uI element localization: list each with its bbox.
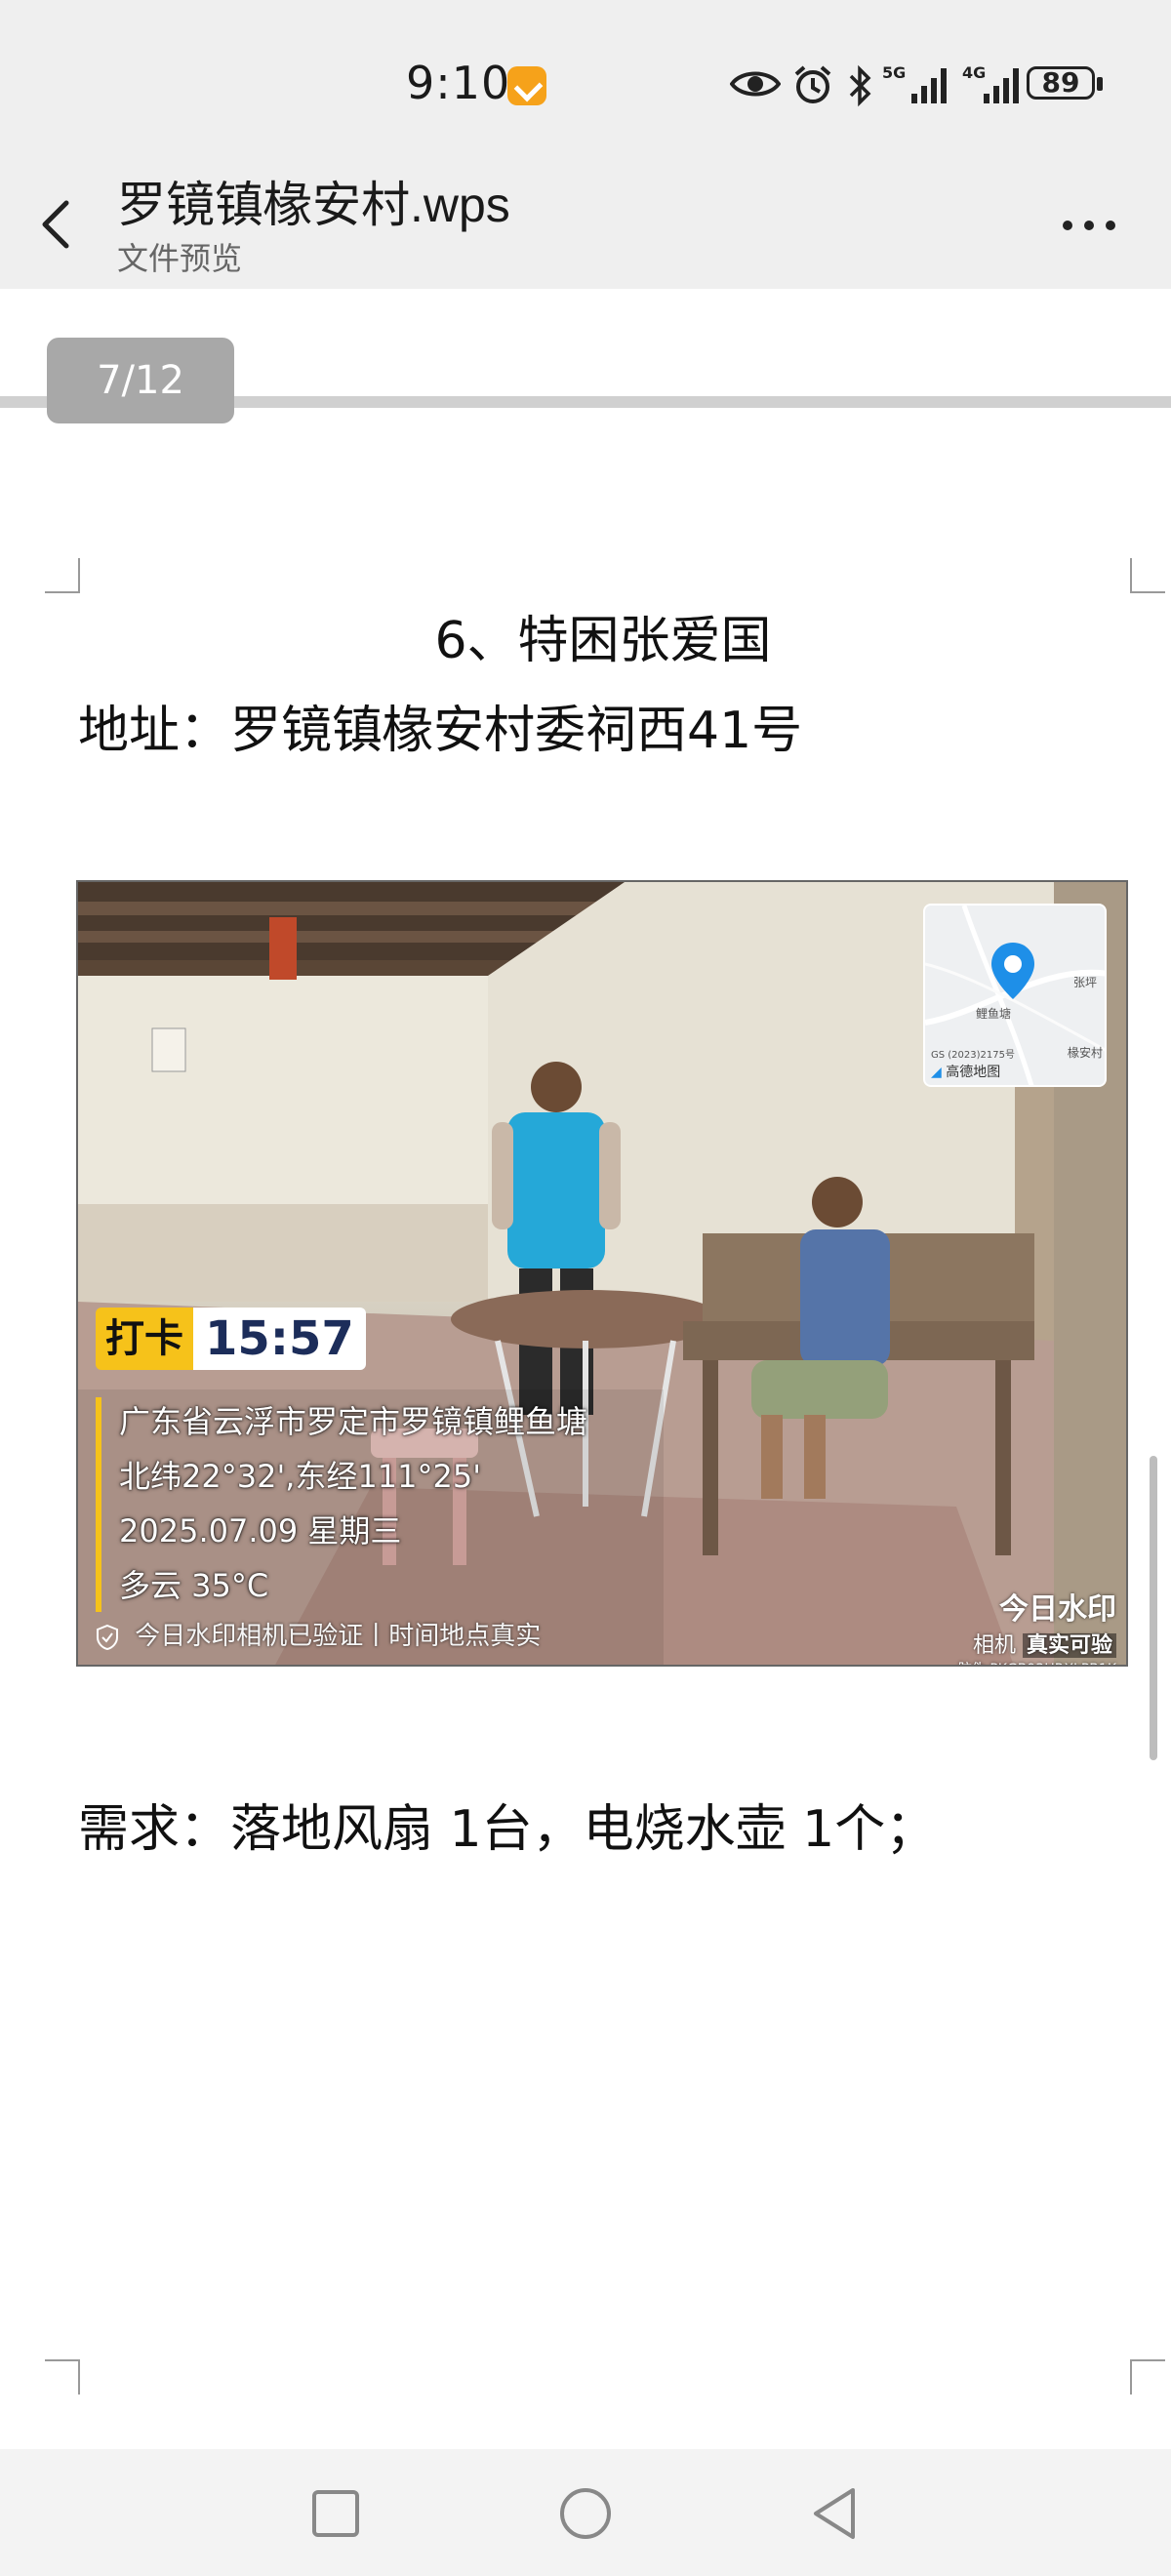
watermark-weather: 多云 35°C [119, 1567, 269, 1604]
map-logo: ◢ 高德地图 [931, 1062, 1000, 1081]
screen: 9:10 5G 4G 89 罗镜镇椽安村.wps 文件预览 7/12 6、特困张… [0, 0, 1171, 2576]
watermark-brand-sub-a: 相机 [972, 1633, 1016, 1658]
watermark-brand-sub: 相机 真实可验 [958, 1628, 1116, 1659]
watermark-verify-text: 今日水印相机已验证丨时间地点真实 [135, 1622, 542, 1651]
svg-text:4G: 4G [962, 63, 986, 82]
page-corner-mark [1130, 2359, 1165, 2395]
watermark-brand-sub-b: 真实可验 [1022, 1633, 1116, 1658]
scrollbar-thumb[interactable] [1150, 1456, 1157, 1760]
bluetooth-icon [849, 64, 871, 107]
shield-check-icon [97, 1624, 118, 1650]
section-heading: 6、特困张爱国 [434, 612, 772, 670]
site-photo: 鲤鱼塘 张坪 椽安村 GS (2023)2175号 ◢ 高德地图 打卡 15:5… [76, 880, 1128, 1667]
notification-app-icon [507, 66, 546, 105]
more-options-icon[interactable] [1060, 211, 1118, 240]
page-corner-mark [45, 2359, 80, 2395]
location-pin-icon [991, 943, 1034, 999]
document-viewer[interactable]: 7/12 6、特困张爱国 地址：罗镜镇椽安村委祠西41号 鲤鱼塘 张坪 椽安村 … [0, 289, 1171, 2449]
home-icon[interactable] [550, 2478, 621, 2549]
watermark-brand-title: 今日水印 [999, 1592, 1116, 1627]
map-place-label: 鲤鱼塘 [976, 1007, 1012, 1021]
mini-map: 鲤鱼塘 张坪 椽安村 GS (2023)2175号 ◢ 高德地图 [923, 904, 1107, 1087]
watermark-code: 防伪 PKGB93HRXLPB1K [958, 1659, 1116, 1665]
need-text: 需求：落地风扇 1台，电烧水壶 1个； [78, 1800, 937, 1859]
watermark-verify: 今日水印相机已验证丨时间地点真实 [96, 1616, 541, 1652]
back-nav-icon[interactable] [800, 2478, 870, 2549]
4g-signal-icon: 4G [962, 63, 1019, 103]
recent-apps-icon[interactable] [301, 2478, 371, 2549]
back-arrow-icon[interactable] [37, 197, 76, 252]
status-time: 9:10 [406, 57, 511, 109]
title-bar: 罗镜镇椽安村.wps 文件预览 [0, 156, 1171, 289]
page-corner-mark [45, 558, 80, 593]
punch-time: 15:57 [193, 1308, 366, 1370]
alarm-icon [794, 65, 831, 103]
page-indicator: 7/12 [47, 338, 234, 423]
page-corner-mark [1130, 558, 1165, 593]
document-subtitle: 文件预览 [117, 240, 243, 277]
system-nav-bar [0, 2449, 1171, 2576]
map-logo-icon: ◢ [931, 1065, 942, 1080]
eye-icon [730, 71, 781, 97]
5g-signal-icon: 5G [882, 63, 947, 103]
map-place-label: 椽安村 [1068, 1046, 1104, 1060]
status-bar: 9:10 5G 4G 89 [0, 0, 1171, 156]
battery-level: 89 [1041, 66, 1080, 99]
map-cert: GS (2023)2175号 [931, 1050, 1015, 1061]
map-place-label: 张坪 [1073, 976, 1098, 989]
watermark-accent-bar [96, 1397, 101, 1612]
watermark-date: 2025.07.09 星期三 [119, 1512, 402, 1550]
punch-badge: 打卡 15:57 [96, 1308, 366, 1370]
battery-icon: 89 [1027, 66, 1107, 103]
watermark-coords: 北纬22°32',东经111°25' [119, 1458, 482, 1495]
punch-label: 打卡 [96, 1308, 193, 1370]
watermark-location: 广东省云浮市罗定市罗镜镇鲤鱼塘 [119, 1403, 588, 1440]
address-text: 地址：罗镜镇椽安村委祠西41号 [78, 702, 803, 760]
document-title: 罗镜镇椽安村.wps [117, 178, 510, 232]
map-logo-text: 高德地图 [946, 1065, 1001, 1080]
watermark-brand: 今日水印 相机 真实可验 防伪 PKGB93HRXLPB1K [958, 1585, 1116, 1665]
svg-text:5G: 5G [882, 63, 906, 82]
